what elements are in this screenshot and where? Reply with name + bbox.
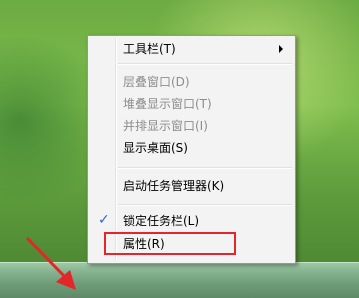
menu-item-show-desktop[interactable]: 显示桌面(S) xyxy=(90,137,293,159)
menu-item-task-manager-label: 启动任务管理器(K) xyxy=(123,179,225,193)
menu-separator xyxy=(118,167,292,169)
checkmark-icon: ✓ xyxy=(98,212,110,228)
menu-item-stack-windows-label: 堆叠显示窗口(T) xyxy=(123,97,212,111)
menu-separator xyxy=(118,63,292,65)
taskbar[interactable] xyxy=(0,262,359,298)
menu-item-show-desktop-label: 显示桌面(S) xyxy=(123,141,188,155)
menu-separator xyxy=(118,204,292,206)
menu-item-stack-windows[interactable]: 堆叠显示窗口(T) xyxy=(90,93,293,115)
menu-item-cascade-windows[interactable]: 层叠窗口(D) xyxy=(90,71,293,93)
menu-item-cascade-windows-label: 层叠窗口(D) xyxy=(123,75,190,89)
chevron-right-icon xyxy=(279,45,283,53)
menu-item-side-by-side[interactable]: 并排显示窗口(I) xyxy=(90,115,293,137)
taskbar-context-menu: 工具栏(T) 层叠窗口(D) 堆叠显示窗口(T) 并排显示窗口(I) 显示桌面(… xyxy=(87,35,296,264)
menu-item-task-manager[interactable]: 启动任务管理器(K) xyxy=(90,175,293,197)
menu-item-toolbars-label: 工具栏(T) xyxy=(123,42,176,56)
menu-item-toolbars[interactable]: 工具栏(T) xyxy=(90,38,293,60)
menu-item-side-by-side-label: 并排显示窗口(I) xyxy=(123,119,208,133)
annotation-highlight-box xyxy=(104,232,236,255)
menu-item-lock-taskbar[interactable]: ✓ 锁定任务栏(L) xyxy=(90,210,293,232)
menu-item-lock-taskbar-label: 锁定任务栏(L) xyxy=(123,214,200,228)
